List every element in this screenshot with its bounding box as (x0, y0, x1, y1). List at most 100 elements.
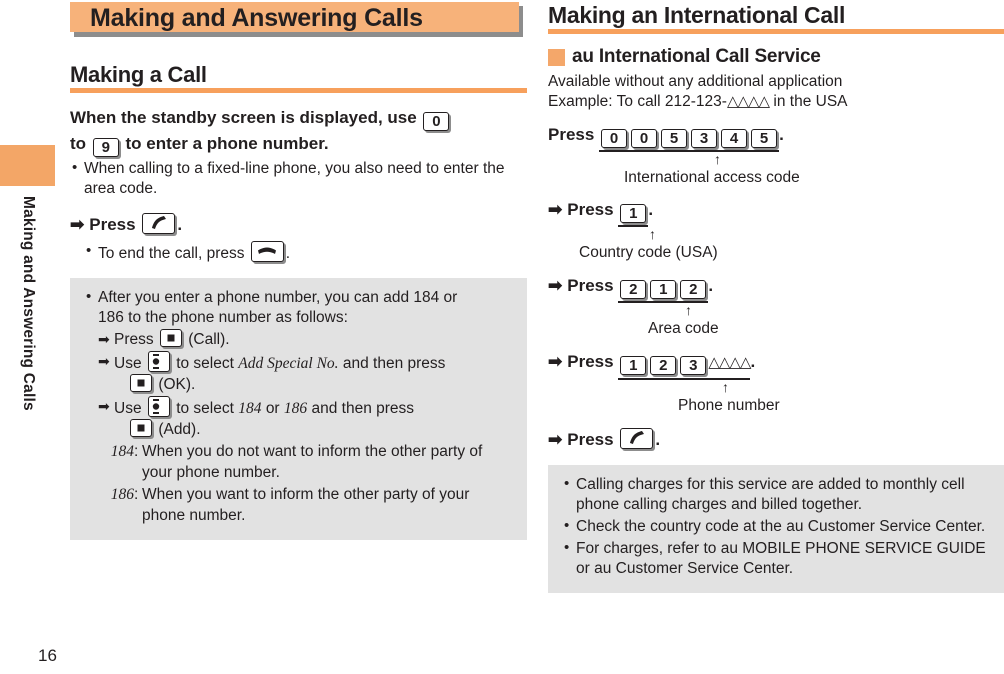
side-tab-label: Making and Answering Calls (0, 196, 56, 496)
arrow-right-icon: ➡ (548, 276, 563, 295)
call-key-icon (620, 428, 654, 449)
key-sequence-4: 1 2 3 △△△△ (618, 349, 751, 380)
arrow-right-icon: ➡ (98, 331, 110, 347)
step-4-caption: Phone number (678, 397, 780, 414)
inner-step-3-mid: to select (176, 400, 234, 417)
step-period: . (177, 215, 183, 234)
intro-line-2-post: in the USA (769, 93, 848, 110)
key-5-icon: 5 (661, 129, 688, 148)
heading-underline (548, 29, 1004, 34)
key-0-icon: 0 (601, 129, 628, 148)
chapter-title: Making and Answering Calls (90, 4, 423, 32)
heading-underline (70, 88, 527, 93)
intro-line-2-pre: Example: To call 212-123- (548, 93, 727, 110)
definition-186-body: When you want to inform the other party … (142, 486, 470, 524)
gray-bullet-charges: Calling charges for this service are add… (562, 474, 990, 515)
step-5-label: Press (567, 430, 614, 449)
key-1-icon: 1 (620, 356, 647, 375)
step-1-pointer: ↑ (548, 152, 1004, 168)
step-2-press: ➡ Press 1 . (548, 197, 1004, 227)
step-3-pointer: ↑ (548, 303, 1004, 319)
definition-184: 184 : When you do not want to inform the… (84, 441, 513, 483)
step-4-pointer: ↑ (548, 380, 1004, 396)
arrow-right-icon: ➡ (548, 352, 563, 371)
triangle-group-icon: △△△△ (708, 354, 751, 371)
gray-bullet-guide: For charges, refer to au MOBILE PHONE SE… (562, 538, 990, 579)
step-press-label: Press (89, 215, 136, 234)
banner-fill: Making and Answering Calls (70, 2, 519, 32)
arrow-up-icon: ↑ (685, 302, 692, 318)
inner-step-1-pre: Press (114, 331, 154, 348)
key-9-icon: 9 (92, 138, 119, 157)
key-2-icon: 2 (620, 280, 647, 299)
key-4-icon: 4 (721, 129, 748, 148)
inner-step-2: ➡ Use to select Add Special No. and then… (84, 351, 513, 374)
center-key-icon (130, 374, 152, 392)
inner-step-3: ➡ Use to select 184 or 186 and then pres… (84, 396, 513, 419)
arrow-right-icon: ➡ (548, 430, 563, 449)
inner-step-3-italic-b: 186 (283, 400, 308, 417)
key-3-icon: 3 (691, 129, 718, 148)
center-key-dot (137, 424, 145, 432)
key-0-icon: 0 (423, 112, 450, 131)
right-column: Making an International Call au Internat… (548, 0, 1004, 593)
lead-instruction: When the standby screen is displayed, us… (70, 105, 527, 157)
lead-text-part1: When the standby screen is displayed, us… (70, 108, 417, 127)
definition-184-body: When you do not want to inform the other… (142, 443, 483, 481)
key-1-icon: 1 (620, 204, 647, 223)
key-sequence-3: 212 (618, 273, 709, 303)
step-1-period: . (779, 125, 784, 144)
inner-step-2-italic: Add Special No. (238, 355, 339, 372)
inner-step-2-cont-text: (OK). (158, 376, 196, 393)
key-0-icon: 0 (631, 129, 658, 148)
definition-184-term: 184 (110, 443, 134, 460)
inner-step-3-after: and then press (311, 400, 415, 417)
key-2-icon: 2 (650, 356, 677, 375)
gray-bullet-intro: After you enter a phone number, you can … (84, 287, 513, 328)
inner-step-3-cont-text: (Add). (158, 421, 201, 438)
note-end-call: To end the call, press . (70, 240, 527, 264)
inner-step-3-continuation: (Add). (84, 419, 513, 440)
side-tab-marker (0, 145, 55, 186)
center-key-dot (167, 334, 175, 342)
inner-step-2-mid: to select (176, 355, 234, 372)
definition-186: 186 : When you want to inform the other … (84, 484, 513, 526)
gray-bullet-intro-line2: 186 to the phone number as follows: (98, 309, 348, 326)
inner-step-2-pre: Use (114, 355, 142, 372)
step-1-caption: International access code (624, 169, 800, 186)
step-3-press: ➡ Press 212 . (548, 273, 1004, 303)
inner-step-3-italic-a: 184 (238, 400, 262, 417)
step-2-pointer: ↑ (548, 227, 1004, 243)
updown-key-icon (147, 351, 170, 372)
key-2-icon: 2 (680, 280, 707, 299)
page-number: 16 (38, 646, 57, 665)
left-gray-note-box: After you enter a phone number, you can … (70, 278, 527, 540)
step-5-period: . (655, 430, 661, 449)
definition-186-term: 186 (110, 486, 134, 503)
inner-step-2-continuation: (OK). (84, 374, 513, 395)
arrow-right-icon: ➡ (98, 353, 110, 369)
section-heading-making-a-call: Making a Call (70, 62, 527, 95)
subsection-heading-au-service: au International Call Service (548, 46, 1004, 68)
chapter-banner: Making and Answering Calls (70, 2, 527, 38)
lead-text-part3: to enter a phone number. (125, 134, 329, 153)
center-key-dot (137, 379, 145, 387)
arrow-up-icon: ↑ (649, 226, 656, 242)
note-end-call-text: To end the call, press (98, 245, 245, 262)
step-press-call: ➡ Press . (70, 212, 527, 238)
key-5-icon: 5 (751, 129, 778, 148)
inner-step-3-pre: Use (114, 400, 142, 417)
section-title: Making a Call (70, 62, 207, 87)
step-3-period: . (708, 276, 714, 295)
inner-step-2-after: and then press (342, 355, 446, 372)
inner-step-1-post: (Call). (188, 331, 230, 348)
step-3-caption: Area code (648, 320, 719, 337)
updown-key-icon (147, 396, 170, 417)
arrow-right-icon: ➡ (548, 200, 563, 219)
gray-bullet-country-code: Check the country code at the au Custome… (562, 516, 990, 537)
key-3-icon: 3 (680, 356, 707, 375)
step-4-period: . (750, 352, 756, 371)
center-key-icon (159, 329, 182, 347)
intro-line-2: Example: To call 212-123-△△△△ in the USA (548, 92, 1004, 112)
center-key-icon (130, 419, 152, 437)
